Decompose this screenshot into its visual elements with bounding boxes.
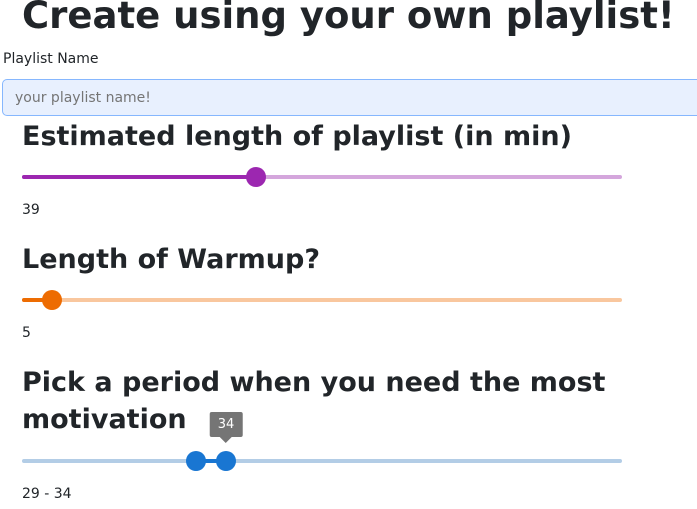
length-slider-heading: Estimated length of playlist (in min) <box>22 121 572 152</box>
period-slider-start-thumb[interactable] <box>186 451 206 471</box>
period-slider-end-thumb[interactable] <box>216 451 236 471</box>
warmup-slider-thumb[interactable] <box>42 290 62 310</box>
page-title: Create using your own playlist! <box>22 0 675 37</box>
length-slider-value: 39 <box>22 202 40 218</box>
playlist-form-page: Create using your own playlist! Playlist… <box>0 0 697 509</box>
playlist-name-input[interactable] <box>2 79 697 116</box>
warmup-slider[interactable] <box>22 289 622 311</box>
warmup-slider-value: 5 <box>22 325 31 341</box>
warmup-slider-rail[interactable] <box>22 298 622 302</box>
period-slider-value: 29 - 34 <box>22 486 72 502</box>
period-slider-value-tooltip: 34 <box>209 412 243 443</box>
length-slider-thumb[interactable] <box>246 167 266 187</box>
warmup-slider-heading: Length of Warmup? <box>22 244 320 275</box>
period-slider-rail[interactable] <box>22 459 622 463</box>
playlist-name-label: Playlist Name <box>3 51 99 67</box>
length-slider-track <box>22 175 256 179</box>
period-range-slider[interactable]: 34 <box>22 412 622 472</box>
length-slider[interactable] <box>22 166 622 188</box>
period-slider-heading: Pick a period when you need the most mot… <box>22 367 606 435</box>
